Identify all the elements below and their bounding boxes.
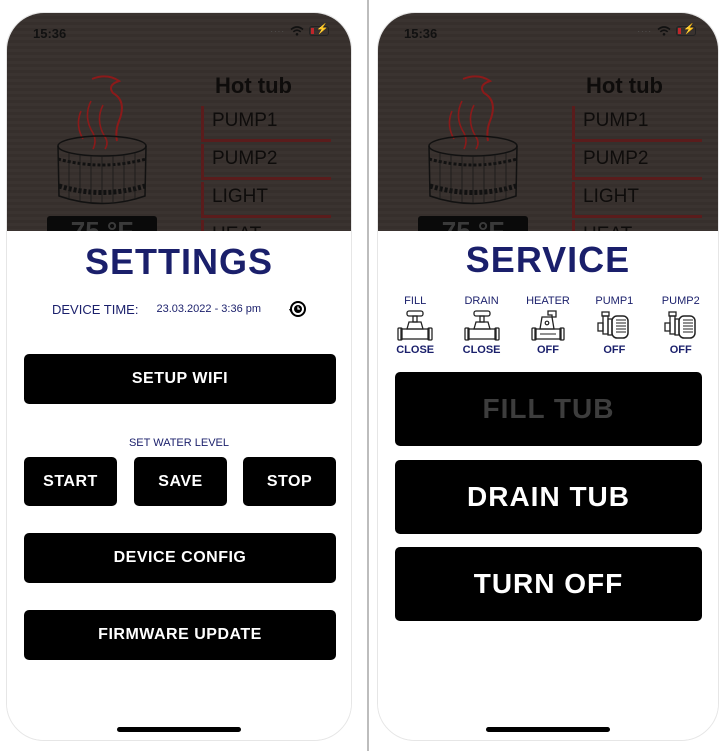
- clock-sync-icon[interactable]: [287, 299, 307, 319]
- component-drain: DRAIN CLOSE: [450, 295, 514, 356]
- screenshot-divider: [367, 0, 369, 751]
- water-level-label: SET WATER LEVEL: [128, 437, 230, 449]
- status-time: 15:36: [33, 26, 67, 41]
- component-state: OFF: [669, 344, 692, 356]
- bg-item-pump1: PUMP1: [572, 106, 702, 142]
- status-icons: ···· ⚡: [270, 24, 329, 36]
- bg-item-pump2: PUMP2: [201, 144, 331, 180]
- signal-icon: ····: [637, 26, 652, 36]
- wifi-icon: [657, 26, 671, 36]
- valve-icon: [397, 310, 433, 341]
- background-app-dimmed: 15:36 ···· ⚡ 75 °F Hot tub PUMP1 PUMP2 L…: [378, 13, 718, 256]
- home-indicator: [486, 727, 610, 732]
- save-button[interactable]: SAVE: [134, 457, 227, 506]
- stop-button[interactable]: STOP: [243, 457, 336, 506]
- component-heater: HEATER OFF: [516, 295, 580, 356]
- component-state: CLOSE: [396, 344, 435, 356]
- component-pump1: PUMP1 OFF: [582, 295, 646, 356]
- bg-item-pump2: PUMP2: [572, 144, 702, 180]
- page-title: SERVICE: [465, 239, 631, 280]
- hot-tub-illustration: [428, 75, 518, 205]
- valve-icon: [463, 310, 500, 341]
- background-app-dimmed: 15:36 ···· ⚡ 75 °F Hot tub PUMP1 PUMP2 L…: [7, 13, 351, 256]
- heater-icon: [531, 310, 565, 341]
- bg-item-light: LIGHT: [572, 182, 702, 218]
- wifi-icon: [290, 26, 304, 36]
- component-state: OFF: [536, 344, 559, 356]
- signal-icon: ····: [270, 26, 285, 36]
- home-indicator: [117, 727, 241, 732]
- component-pump2: PUMP2 OFF: [649, 295, 713, 356]
- component-status-row: FILL CLOSE DRAIN CLOSE HEATER OFF PUMP1 …: [378, 295, 718, 356]
- component-label: HEATER: [526, 295, 570, 307]
- pump-icon: [597, 311, 630, 339]
- firmware-update-button[interactable]: FIRMWARE UPDATE: [24, 610, 336, 660]
- turn-off-button[interactable]: TURN OFF: [395, 547, 702, 621]
- status-bar: 15:36 ···· ⚡: [378, 13, 718, 53]
- component-label: PUMP2: [661, 295, 700, 307]
- status-time: 15:36: [404, 26, 438, 41]
- device-time-value: 23.03.2022 - 3:36 pm: [156, 303, 262, 315]
- start-button[interactable]: START: [24, 457, 117, 506]
- component-state: OFF: [603, 344, 626, 356]
- component-state: CLOSE: [462, 344, 501, 356]
- component-label: PUMP1: [595, 295, 634, 307]
- fill-tub-button[interactable]: FILL TUB: [395, 372, 702, 446]
- bg-item-light: LIGHT: [201, 182, 331, 218]
- service-sheet: SERVICE FILL CLOSE DRAIN CLOSE HEATER OF…: [378, 231, 718, 740]
- drain-tub-button[interactable]: DRAIN TUB: [395, 460, 702, 534]
- phone-service: 15:36 ···· ⚡ 75 °F Hot tub PUMP1 PUMP2 L…: [377, 12, 719, 741]
- settings-sheet: SETTINGS DEVICE TIME: 23.03.2022 - 3:36 …: [7, 231, 351, 740]
- component-label: DRAIN: [464, 295, 499, 307]
- device-time-row: DEVICE TIME: 23.03.2022 - 3:36 pm: [7, 299, 351, 319]
- pump-icon: [664, 311, 696, 339]
- status-icons: ···· ⚡: [637, 24, 696, 36]
- setup-wifi-button[interactable]: SETUP WIFI: [24, 354, 336, 404]
- hot-tub-illustration: [57, 75, 147, 205]
- background-app-title: Hot tub: [215, 73, 292, 98]
- device-time-label: DEVICE TIME:: [52, 301, 139, 317]
- battery-charging-icon: ⚡: [309, 24, 329, 36]
- status-bar: 15:36 ···· ⚡: [7, 13, 351, 53]
- component-label: FILL: [404, 295, 427, 307]
- bg-item-pump1: PUMP1: [201, 106, 331, 142]
- page-title: SETTINGS: [84, 241, 274, 282]
- phone-settings: 15:36 ···· ⚡ 75 °F Hot tub PUMP1 PUMP2 L…: [6, 12, 352, 741]
- component-fill: FILL CLOSE: [383, 295, 447, 356]
- battery-charging-icon: ⚡: [676, 24, 696, 36]
- device-config-button[interactable]: DEVICE CONFIG: [24, 533, 336, 583]
- background-app-title: Hot tub: [586, 73, 663, 98]
